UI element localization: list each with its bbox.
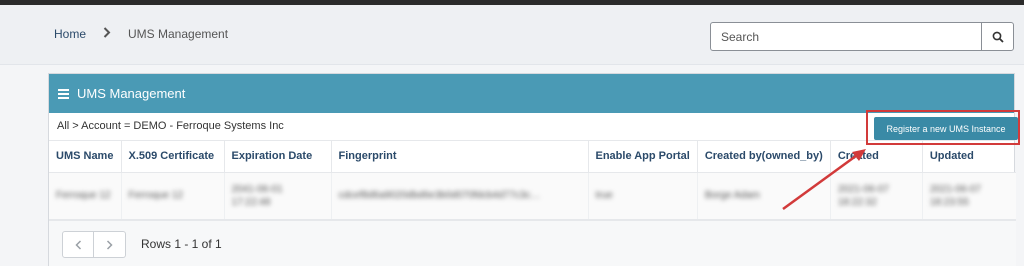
panel-header: UMS Management [49, 74, 1014, 113]
next-page-button[interactable] [94, 231, 126, 258]
cell-enable-app-portal: true [588, 172, 698, 220]
table-row[interactable]: Ferroque 12 Ferroque 12 2041-06-01 17:22… [49, 172, 1016, 220]
column-header-certificate[interactable]: X.509 Certificate [121, 141, 225, 173]
page-header: Home UMS Management [0, 5, 1024, 65]
cell-expiration-date: 2041-06-01 17:22:48 [224, 172, 332, 220]
cell-created: 2021-06-07 18:22:32 [830, 172, 923, 220]
cell-ums-name: Ferroque 12 [49, 172, 122, 220]
menu-icon [58, 87, 69, 101]
column-header-created[interactable]: Created [830, 141, 923, 173]
search-icon [992, 31, 1004, 43]
cell-fingerprint: cdcef8d6a9020dbd6e3b0d070fdcb4d77c3c… [331, 172, 589, 220]
previous-page-button[interactable] [62, 231, 94, 258]
chevron-left-icon [74, 239, 81, 250]
breadcrumb-home-link[interactable]: Home [54, 27, 86, 41]
column-header-created-by[interactable]: Created by(owned_by) [697, 141, 831, 173]
chevron-right-icon [98, 27, 116, 41]
column-header-fingerprint[interactable]: Fingerprint [331, 141, 589, 173]
chevron-right-icon [106, 239, 113, 250]
panel-title: UMS Management [77, 86, 186, 101]
highlight-annotation-box [866, 110, 1020, 145]
column-header-enable-app-portal[interactable]: Enable App Portal [588, 141, 698, 173]
cell-created-by: Borge Adam [697, 172, 831, 220]
search-button[interactable] [981, 23, 1013, 50]
search-input[interactable] [711, 23, 981, 50]
pagination [62, 231, 126, 258]
rows-count-text: Rows 1 - 1 of 1 [141, 237, 222, 251]
ums-table: UMS Name X.509 Certificate Expiration Da… [49, 141, 1016, 220]
table-header-row: UMS Name X.509 Certificate Expiration Da… [49, 141, 1016, 173]
column-header-ums-name[interactable]: UMS Name [49, 141, 122, 173]
ums-management-panel: UMS Management All > Account = DEMO - Fe… [48, 73, 1018, 266]
cell-certificate: Ferroque 12 [121, 172, 225, 220]
cell-updated: 2021-06-07 18:23:55 [922, 172, 1016, 220]
breadcrumb-current: UMS Management [128, 27, 229, 41]
column-header-expiration-date[interactable]: Expiration Date [224, 141, 332, 173]
search-box [710, 22, 1014, 51]
column-header-updated[interactable]: Updated [922, 141, 1016, 173]
table-footer: Rows 1 - 1 of 1 [49, 220, 1016, 266]
breadcrumb: Home UMS Management [54, 27, 228, 41]
filter-breadcrumb: All > Account = DEMO - Ferroque Systems … [57, 120, 284, 132]
